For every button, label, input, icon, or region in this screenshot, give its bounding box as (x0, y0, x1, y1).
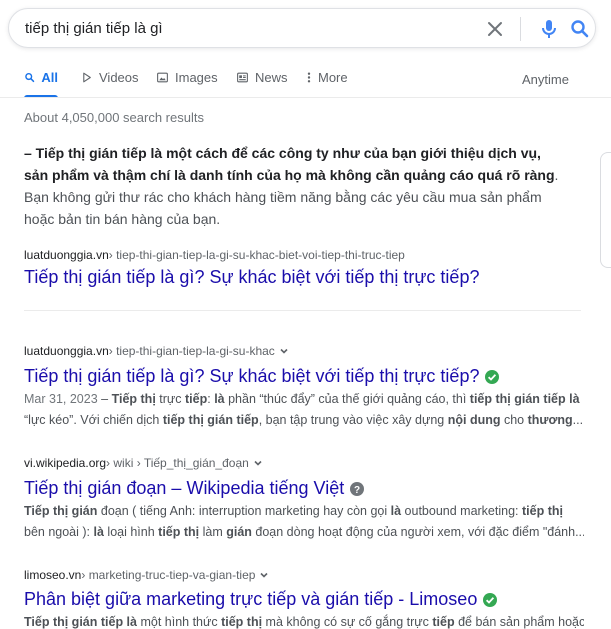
chevron-down-icon[interactable] (253, 458, 263, 468)
chevron-down-icon[interactable] (279, 346, 289, 356)
desc-line: bên ngoài ): là loại hình tiếp thị làm g… (24, 522, 584, 543)
highlighted-term: tiếp (185, 392, 208, 406)
featured-snippet-cite: luatduonggia.vn › tiep-thi-gian-tiep-la-… (24, 248, 405, 262)
highlighted-term: Tiếp thị gián (24, 504, 98, 518)
result-description: Mar 31, 2023 – Tiếp thị trực tiếp: là ph… (24, 389, 584, 431)
result-date: Mar 31, 2023 (24, 392, 102, 406)
highlighted-term: là (93, 525, 104, 539)
desc-line: Tiếp thị gián tiếp là một hình thức tiếp… (24, 612, 584, 629)
highlighted-term: là (569, 392, 580, 406)
highlighted-term: tiếp thị (221, 615, 263, 629)
snippet-divider (24, 310, 581, 311)
desc-text: phần “thúc đẩy” của thế giới quảng cáo, … (224, 392, 470, 406)
result-title: Phân biệt giữa marketing trực tiếp và gi… (24, 589, 478, 609)
desc-text: bên ngoài ): (24, 525, 94, 539)
microphone-icon[interactable] (537, 17, 561, 41)
tab-videos[interactable]: Videos (80, 70, 139, 98)
result-cite: luatduonggia.vn › tiep-thi-gian-tiep-la-… (24, 344, 289, 358)
more-vert-icon (307, 72, 311, 83)
result-title-link[interactable]: Tiếp thị gián đoạn – Wikipedia tiếng Việ… (24, 478, 365, 499)
desc-text: làm (199, 525, 227, 539)
search-box[interactable]: tiếp thị gián tiếp là gì (8, 8, 596, 48)
clear-icon[interactable] (483, 17, 507, 41)
desc-text: trực (155, 392, 185, 406)
featured-snippet-title-link[interactable]: Tiếp thị gián tiếp là gì? Sự khác biệt v… (24, 267, 479, 288)
verified-check-icon (483, 592, 498, 607)
verified-check-icon (485, 369, 500, 384)
desc-line: Mar 31, 2023 – Tiếp thị trực tiếp: là ph… (24, 389, 584, 410)
cite-path: › wiki › Tiếp_thị_gián_đoạn (106, 456, 249, 470)
snippet-bold-text: – Tiếp thị gián tiếp là một cách để các … (24, 145, 555, 183)
desc-line: “lực kéo”. Với chiến dịch tiếp thị gián … (24, 410, 584, 431)
highlighted-term: nội dung (447, 413, 501, 427)
highlighted-term: tiếp thị (158, 525, 200, 539)
tab-label: More (318, 70, 348, 85)
desc-text: để bán sản phẩm hoặc (454, 615, 584, 629)
highlighted-term: là (214, 392, 225, 406)
tab-more[interactable]: More (306, 70, 348, 98)
result-cite: limoseo.vn › marketing-truc-tiep-va-gian… (24, 568, 269, 582)
result-description: Tiếp thị gián tiếp là một hình thức tiếp… (24, 612, 584, 629)
tab-label: Images (175, 70, 218, 85)
cite-path: › tiep-thi-gian-tiep-la-gi-su-khac-biet-… (108, 248, 405, 262)
result-title-link[interactable]: Phân biệt giữa marketing trực tiếp và gi… (24, 589, 498, 610)
highlighted-term: tiếp thị (522, 504, 563, 518)
play-icon (83, 72, 91, 83)
highlighted-term: thương (527, 413, 573, 427)
help-icon[interactable]: ? (349, 481, 365, 497)
newspaper-icon (237, 72, 248, 83)
highlighted-term: gián (226, 525, 252, 539)
search-icon[interactable] (568, 17, 592, 41)
desc-text: đoạn dòng hoạt động của người xem, với đ… (251, 525, 584, 539)
cite-domain: luatduonggia.vn (24, 248, 109, 262)
highlighted-term: tiếp thị gián tiếp (469, 392, 566, 406)
result-cite: vi.wikipedia.org › wiki › Tiếp_thị_gián_… (24, 456, 263, 470)
highlighted-term: tiếp thị gián tiếp (162, 413, 259, 427)
highlighted-term: là (390, 504, 402, 518)
chevron-down-icon[interactable] (259, 570, 269, 580)
anytime-filter[interactable]: Anytime (522, 72, 569, 87)
search-query-text[interactable]: tiếp thị gián tiếp là gì (25, 20, 163, 37)
cite-path: › marketing-truc-tiep-va-gian-tiep (81, 568, 256, 582)
tab-all[interactable]: All (24, 70, 58, 98)
tab-images[interactable]: Images (156, 70, 218, 98)
desc-text: ... (572, 413, 584, 427)
tab-news[interactable]: News (236, 70, 288, 98)
result-description: Tiếp thị gián đoạn ( tiếng Anh: interrup… (24, 501, 584, 543)
result-title-link[interactable]: Tiếp thị gián tiếp là gì? Sự khác biệt v… (24, 366, 500, 387)
result-stats: About 4,050,000 search results (24, 110, 204, 125)
desc-text: loại hình (103, 525, 159, 539)
desc-text: đoạn ( tiếng Anh: interruption marketing… (97, 504, 391, 518)
image-icon (157, 72, 168, 83)
search-icon (25, 72, 35, 83)
tabs-divider (0, 97, 611, 98)
tab-label: News (255, 70, 288, 85)
highlighted-term: Tiếp thị gián tiếp là (24, 615, 137, 629)
cite-path: › tiep-thi-gian-tiep-la-gi-su-khac (108, 344, 275, 358)
desc-text: , bạn tập trung vào việc xây dựng (258, 413, 448, 427)
desc-text: cho (500, 413, 528, 427)
desc-text: “lực kéo”. Với chiến dịch (24, 413, 163, 427)
cite-domain: limoseo.vn (24, 568, 82, 582)
result-title: Tiếp thị gián tiếp là gì? Sự khác biệt v… (24, 366, 480, 386)
highlighted-term: Tiếp thị (111, 392, 156, 406)
tab-label: Videos (99, 70, 139, 85)
cite-domain: vi.wikipedia.org (24, 456, 107, 470)
desc-line: Tiếp thị gián đoạn ( tiếng Anh: interrup… (24, 501, 584, 522)
desc-text: outbound marketing: (401, 504, 522, 518)
svg-text:?: ? (354, 485, 360, 496)
search-tabs: All Videos Images News More (0, 62, 611, 98)
desc-text: – (101, 392, 112, 406)
search-box-divider (520, 17, 521, 41)
featured-snippet-text: – Tiếp thị gián tiếp là một cách để các … (24, 142, 564, 230)
result-title: Tiếp thị gián đoạn – Wikipedia tiếng Việ… (24, 478, 345, 498)
result-title: Tiếp thị gián tiếp là gì? Sự khác biệt v… (24, 267, 480, 287)
highlighted-term: tiếp (432, 615, 455, 629)
cite-domain: luatduonggia.vn (24, 344, 109, 358)
side-panel-tab[interactable] (600, 152, 611, 268)
desc-text: một hình thức (136, 615, 222, 629)
desc-text: mà không có sự cố gắng trực (262, 615, 433, 629)
tab-label: All (41, 70, 58, 85)
